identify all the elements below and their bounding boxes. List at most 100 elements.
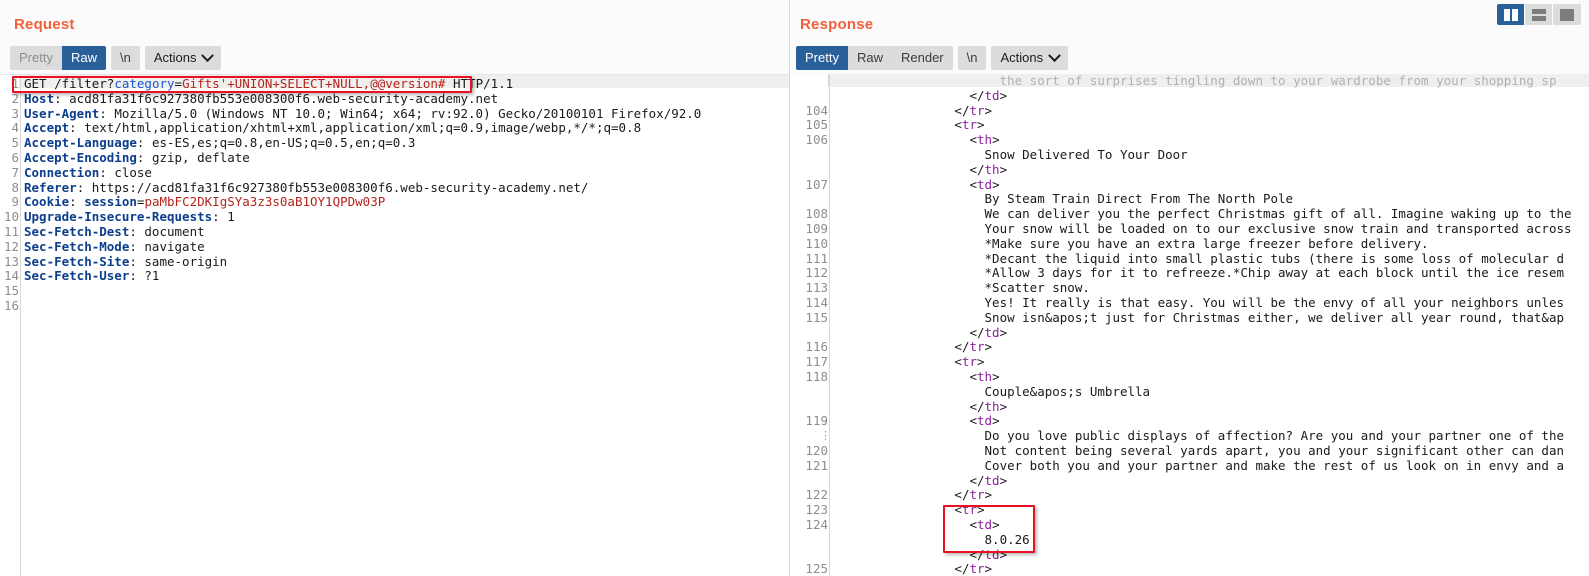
code-line[interactable]	[24, 299, 701, 314]
code-line[interactable]: Connection: close	[24, 165, 701, 181]
single-view-icon	[1560, 8, 1574, 21]
code-token: Accept-Encoding	[24, 149, 137, 165]
layout-single-pane-button[interactable]	[1553, 4, 1581, 25]
code-token: >	[999, 472, 1008, 488]
line-number: 116	[805, 339, 828, 355]
code-line[interactable]: </td>	[834, 472, 1572, 489]
code-line[interactable]: *Decant the liquid into small plastic tu…	[834, 251, 1572, 267]
code-token: td	[984, 87, 1000, 103]
code-token: >	[999, 324, 1008, 340]
code-line[interactable]: Do you love public displays of affection…	[834, 428, 1572, 444]
code-line[interactable]: 8.0.26	[834, 532, 1572, 548]
layout-toggle-group[interactable]	[1497, 4, 1581, 25]
line-number	[790, 192, 828, 207]
code-token: >	[984, 561, 993, 576]
code-token: </	[969, 324, 985, 340]
code-line[interactable]	[24, 284, 701, 299]
code-line[interactable]: <th>	[834, 132, 1572, 148]
response-view-tabs[interactable]: Pretty Raw Render	[796, 46, 953, 70]
code-line[interactable]: </tr>	[834, 487, 1572, 503]
code-token: </	[969, 161, 985, 177]
code-line[interactable]: </th>	[834, 161, 1572, 178]
code-line[interactable]: Yes! It really is that easy. You will be…	[834, 295, 1572, 311]
code-line[interactable]: Snow Delivered To Your Door	[834, 147, 1572, 163]
fold-marker[interactable]: ⋮	[820, 429, 831, 444]
code-line[interactable]: <th>	[834, 369, 1572, 385]
code-line[interactable]: Upgrade-Insecure-Requests: 1	[24, 209, 701, 225]
code-line[interactable]: </tr>	[834, 339, 1572, 355]
line-number	[790, 385, 828, 400]
code-token: : es-ES,es;q=0.8,en-US;q=0.5,en;q=0.3	[136, 135, 416, 151]
code-line[interactable]: <tr>	[834, 502, 1572, 518]
line-number: 6	[11, 149, 19, 165]
code-line[interactable]: the sort of surprises tingling down to y…	[834, 74, 1572, 89]
code-line[interactable]: By Steam Train Direct From The North Pol…	[834, 191, 1572, 207]
request-tab-pretty[interactable]: Pretty	[10, 46, 62, 70]
line-number: 123	[805, 502, 828, 518]
code-line[interactable]: </tr>	[834, 561, 1572, 576]
code-line[interactable]: </th>	[834, 399, 1572, 415]
response-panel-title: Response	[800, 16, 874, 33]
code-line[interactable]: Sec-Fetch-Site: same-origin	[24, 253, 701, 270]
code-line[interactable]: Sec-Fetch-User: ?1	[24, 268, 701, 284]
code-line[interactable]: Couple&apos;s Umbrella	[834, 384, 1572, 400]
code-line[interactable]: Your snow will be loaded on to our exclu…	[834, 221, 1572, 237]
code-line[interactable]: Cookie: session=paMbFC2DKIgSYa3z3s0aB1OY…	[24, 194, 701, 210]
request-editor[interactable]: 1 2 3 4 5 6 7 8 9 10 11 12 13 14 15 16 GET /filter?cate…	[0, 74, 790, 576]
code-line[interactable]: *Allow 3 days for it to refreeze.*Chip a…	[834, 265, 1572, 281]
code-line[interactable]: We can deliver you the perfect Christmas…	[834, 206, 1572, 222]
request-view-tabs[interactable]: Pretty Raw	[10, 46, 106, 70]
code-line[interactable]: <td>	[834, 413, 1572, 429]
code-line[interactable]: </td>	[834, 87, 1572, 104]
response-editor[interactable]: 104 105 106 107 108 109 110 111 112 113 114 115 1…	[790, 74, 1589, 576]
request-newline-toggle[interactable]: \n	[110, 46, 140, 70]
request-code-area[interactable]: 1 2 3 4 5 6 7 8 9 10 11 12 13 14 15 16 GET /filter?cate…	[0, 75, 790, 576]
code-token: Cover both you and your partner and make…	[984, 457, 1564, 473]
code-line[interactable]: </td>	[834, 324, 1572, 341]
code-line[interactable]: </tr>	[834, 103, 1572, 119]
response-newline-toggle[interactable]: \n	[957, 46, 987, 70]
code-line[interactable]: Accept: text/html,application/xhtml+xml,…	[24, 120, 701, 136]
response-actions-button[interactable]: Actions	[991, 46, 1069, 70]
response-code-lines[interactable]: the sort of surprises tingling down to y…	[834, 74, 1572, 576]
code-line[interactable]: Snow isn&apos;t just for Christmas eithe…	[834, 310, 1572, 326]
request-tab-raw[interactable]: Raw	[61, 46, 106, 70]
code-line[interactable]: </td>	[834, 546, 1572, 563]
code-line[interactable]: User-Agent: Mozilla/5.0 (Windows NT 10.0…	[24, 106, 701, 122]
code-line[interactable]: Sec-Fetch-Mode: navigate	[24, 239, 701, 255]
response-actions-label: Actions	[1000, 50, 1044, 65]
request-code-lines[interactable]: GET /filter?category=Gifts'+UNION+SELECT…	[24, 75, 701, 314]
code-line[interactable]: Host: acd81fa31f6c927380fb553e008300f6.w…	[24, 91, 701, 107]
code-line[interactable]: <td>	[834, 177, 1572, 193]
response-tab-pretty[interactable]: Pretty	[796, 46, 848, 70]
code-token: </	[969, 546, 985, 562]
code-line[interactable]: Accept-Encoding: gzip, deflate	[24, 149, 701, 166]
code-line[interactable]: Sec-Fetch-Dest: document	[24, 224, 701, 240]
line-number	[790, 148, 828, 163]
code-line[interactable]: Referer: https://acd81fa31f6c927380fb553…	[24, 180, 701, 196]
code-line[interactable]: *Make sure you have an extra large freez…	[834, 236, 1572, 252]
code-line[interactable]: <tr>	[834, 354, 1572, 370]
response-pane: Response Pretty Raw Render \n Actions 10…	[790, 0, 1589, 576]
line-number: 120	[805, 442, 828, 458]
code-line[interactable]: Accept-Language: es-ES,es;q=0.8,en-US;q=…	[24, 135, 701, 151]
code-line[interactable]: Cover both you and your partner and make…	[834, 457, 1572, 474]
code-line[interactable]: <tr>	[834, 117, 1572, 133]
code-line[interactable]: GET /filter?category=Gifts'+UNION+SELECT…	[24, 76, 701, 92]
response-tab-raw[interactable]: Raw	[847, 46, 892, 70]
layout-side-by-side-button[interactable]	[1497, 4, 1525, 25]
code-line[interactable]: <td>	[834, 517, 1572, 533]
code-token: >	[984, 487, 993, 503]
response-code-area[interactable]: 104 105 106 107 108 109 110 111 112 113 114 115 1…	[790, 74, 1589, 576]
layout-top-bottom-button[interactable]	[1525, 4, 1553, 25]
line-number	[790, 163, 828, 178]
code-line[interactable]: Not content being several yards apart, y…	[834, 443, 1572, 459]
request-actions-button[interactable]: Actions	[144, 46, 222, 70]
response-tab-render[interactable]: Render	[891, 46, 953, 70]
code-token: >	[977, 502, 985, 518]
line-number: 9	[11, 194, 19, 210]
code-token: Sec-Fetch-Site	[24, 253, 130, 269]
code-line[interactable]: *Scatter snow.	[834, 280, 1572, 296]
code-token: th	[984, 161, 1000, 177]
fold-marker[interactable]: ⋮	[820, 414, 831, 429]
